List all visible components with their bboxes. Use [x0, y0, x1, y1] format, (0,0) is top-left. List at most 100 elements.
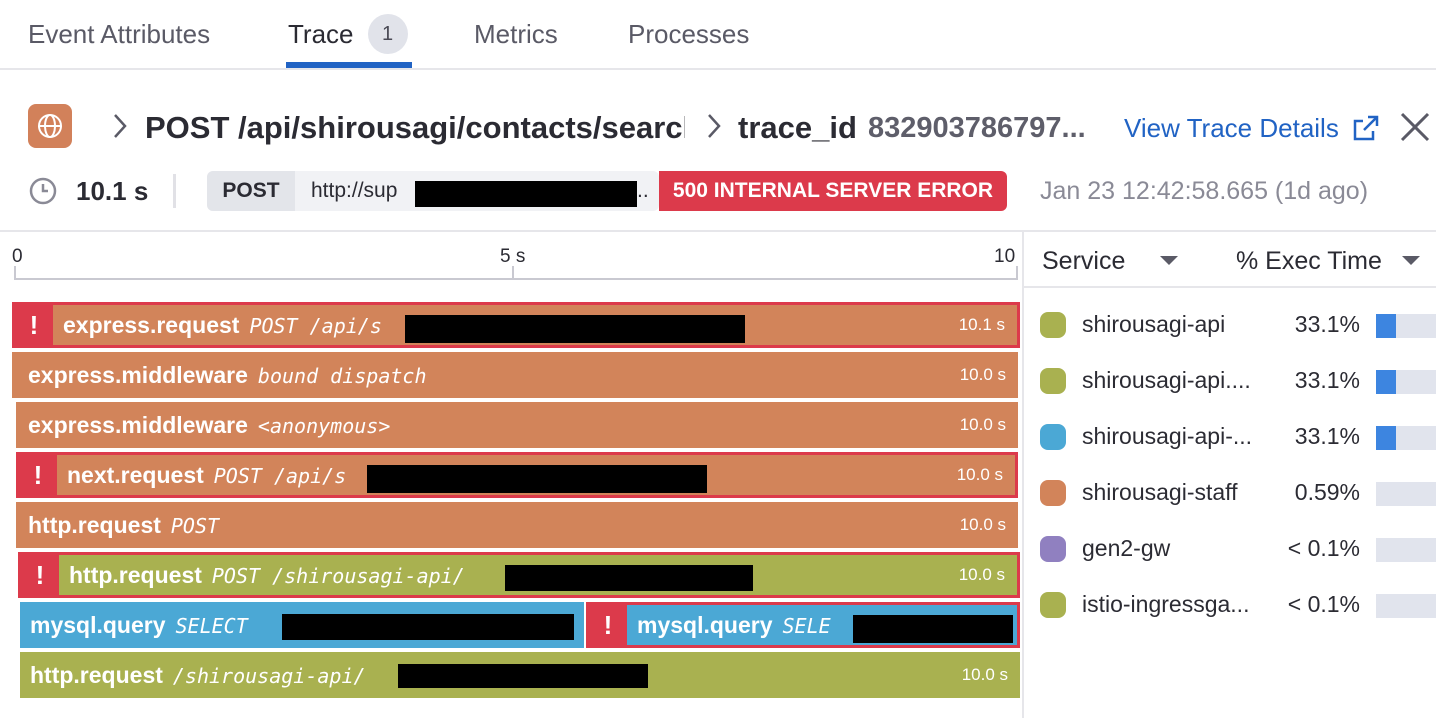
exec-time-percent: 33.1% [1294, 311, 1360, 337]
tab-count-badge: 1 [367, 14, 408, 54]
service-row[interactable]: gen2-gw < 0.1% [1024, 522, 1436, 578]
active-tab-indicator [286, 62, 412, 68]
redaction-bar [853, 615, 1013, 643]
tab-metrics[interactable]: Metrics [474, 14, 558, 54]
redaction-bar [398, 664, 648, 688]
span-http-request[interactable]: http.request POST 10.0 s [16, 502, 1018, 548]
service-color-swatch [1040, 312, 1066, 338]
span-http-request[interactable]: ! http.request POST /shirousagi-api/ 10.0… [18, 552, 1020, 598]
span-resource: POST [170, 514, 220, 538]
service-color-swatch [1040, 480, 1066, 506]
axis-tick-label: 10 [994, 246, 1016, 267]
tab-event-attributes[interactable]: Event Attributes [28, 14, 210, 54]
trace-id-value[interactable]: 832903786797... [868, 108, 1104, 148]
caret-down-icon[interactable] [1160, 256, 1178, 265]
span-http-request[interactable]: http.request/shirousagi-api/ 10.0 s [20, 652, 1020, 698]
span-label: next.request POST /api/s [67, 455, 347, 495]
service-name: istio-ingressga... [1082, 591, 1250, 617]
redaction-bar [282, 614, 574, 640]
service-breakdown-panel: Service % Exec Time shirousagi-api 33.1% s… [1024, 232, 1436, 718]
exec-time-column-header[interactable]: % Exec Time [1236, 244, 1382, 278]
redaction-bar [405, 315, 745, 343]
span-name: express.request [63, 312, 240, 338]
span-name: http.request [69, 562, 202, 588]
view-trace-details-link[interactable]: View Trace Details [1124, 110, 1339, 146]
span-duration: 10.0 s [956, 465, 1003, 484]
redaction-bar [415, 181, 637, 207]
http-method-badge: POST [207, 171, 295, 211]
error-icon: ! [21, 555, 59, 595]
span-next-request[interactable]: ! next.request POST /api/s 10.0 s [16, 452, 1018, 498]
service-name: gen2-gw [1082, 535, 1171, 561]
span-express-request[interactable]: ! express.request POST /api/s 10.1 s [12, 302, 1020, 348]
trace-id-label: trace_id [738, 110, 857, 145]
service-name: shirousagi-api-... [1082, 423, 1253, 449]
chevron-right-icon [114, 114, 127, 138]
exec-time-bar [1376, 314, 1436, 338]
exec-time-bar [1376, 594, 1436, 618]
service-row[interactable]: shirousagi-api 33.1% [1024, 298, 1436, 354]
service-row[interactable]: istio-ingressga... < 0.1% [1024, 578, 1436, 634]
trace-header: POST /api/shirousagi/contacts/search tra… [0, 90, 1436, 166]
tab-label: Processes [628, 19, 750, 49]
span-label: express.request POST /api/s [63, 305, 382, 345]
span-resource: POST /api/s [213, 464, 347, 488]
span-duration: 10.1 s [958, 315, 1005, 334]
request-url-box[interactable]: POST http://sup .. [207, 171, 659, 211]
tab-trace[interactable]: Trace 1 [288, 14, 408, 54]
service-row[interactable]: shirousagi-staff 0.59% [1024, 466, 1436, 522]
span-express-middleware[interactable]: express.middleware <anonymous> 10.0 s [16, 402, 1018, 448]
span-resource: POST /api/s [249, 314, 382, 338]
service-row[interactable]: shirousagi-api.... 33.1% [1024, 354, 1436, 410]
url-ellipsis: .. [637, 179, 649, 202]
span-resource: SELECT [175, 614, 248, 638]
exec-time-bar [1376, 538, 1436, 562]
divider [173, 174, 176, 208]
service-color-swatch [1040, 424, 1066, 450]
span-resource: POST /shirousagi-api/ [211, 564, 465, 588]
external-link-icon[interactable] [1352, 114, 1380, 142]
tab-processes[interactable]: Processes [628, 14, 749, 54]
chevron-right-icon [708, 114, 721, 138]
span-name: next.request [67, 462, 204, 488]
span-mysql-query[interactable]: mysql.query SELECT [20, 602, 584, 648]
close-icon[interactable] [1398, 110, 1432, 144]
span-resource: <anonymous> [257, 414, 391, 438]
exec-time-bar-fill [1376, 314, 1396, 338]
span-resource: /shirousagi-api/ [172, 664, 366, 688]
exec-time-percent: 0.59% [1294, 479, 1360, 505]
caret-down-icon[interactable] [1402, 256, 1420, 265]
route-title: POST /api/shirousagi/contacts/search [145, 110, 685, 145]
span-name: mysql.query [637, 612, 773, 638]
service-color-swatch [1040, 536, 1066, 562]
span-mysql-query[interactable]: ! mysql.query SELE [586, 602, 1020, 648]
span-express-middleware[interactable]: express.middleware bound dispatch 10.0 s [12, 352, 1018, 398]
span-label: http.request/shirousagi-api/ [30, 652, 366, 698]
span-duration: 10.0 s [959, 415, 1006, 434]
axis-tick-label: 5 s [500, 246, 526, 267]
tab-label: Event Attributes [28, 19, 211, 49]
span-label: mysql.query SELECT [30, 602, 248, 648]
span-label: http.request POST [28, 502, 219, 548]
flame-graph: 0 5 s 10 ! express.request POST /api/s 10… [0, 232, 1022, 718]
service-panel-header: Service % Exec Time [1024, 232, 1436, 288]
span-duration: 10.0 s [959, 365, 1006, 384]
axis-tick [512, 266, 514, 280]
service-color-swatch [1040, 592, 1066, 618]
exec-time-percent: 33.1% [1294, 423, 1360, 449]
exec-time-bar [1376, 370, 1436, 394]
service-column-header[interactable]: Service [1042, 244, 1125, 278]
redaction-bar [505, 565, 753, 591]
request-url: http://sup [311, 179, 398, 202]
span-resource: bound dispatch [257, 364, 427, 388]
status-badge: 500 INTERNAL SERVER ERROR [659, 171, 1007, 211]
span-name: express.middleware [28, 362, 248, 388]
tab-bar: Event Attributes Trace 1 Metrics Processe… [0, 0, 1436, 70]
span-label: mysql.query SELE [637, 605, 831, 645]
service-name: shirousagi-api [1082, 311, 1226, 337]
tab-label: Metrics [474, 19, 558, 49]
span-name: mysql.query [30, 612, 166, 638]
exec-time-bar-fill [1376, 370, 1396, 394]
redaction-bar [367, 465, 707, 493]
service-row[interactable]: shirousagi-api-... 33.1% [1024, 410, 1436, 466]
